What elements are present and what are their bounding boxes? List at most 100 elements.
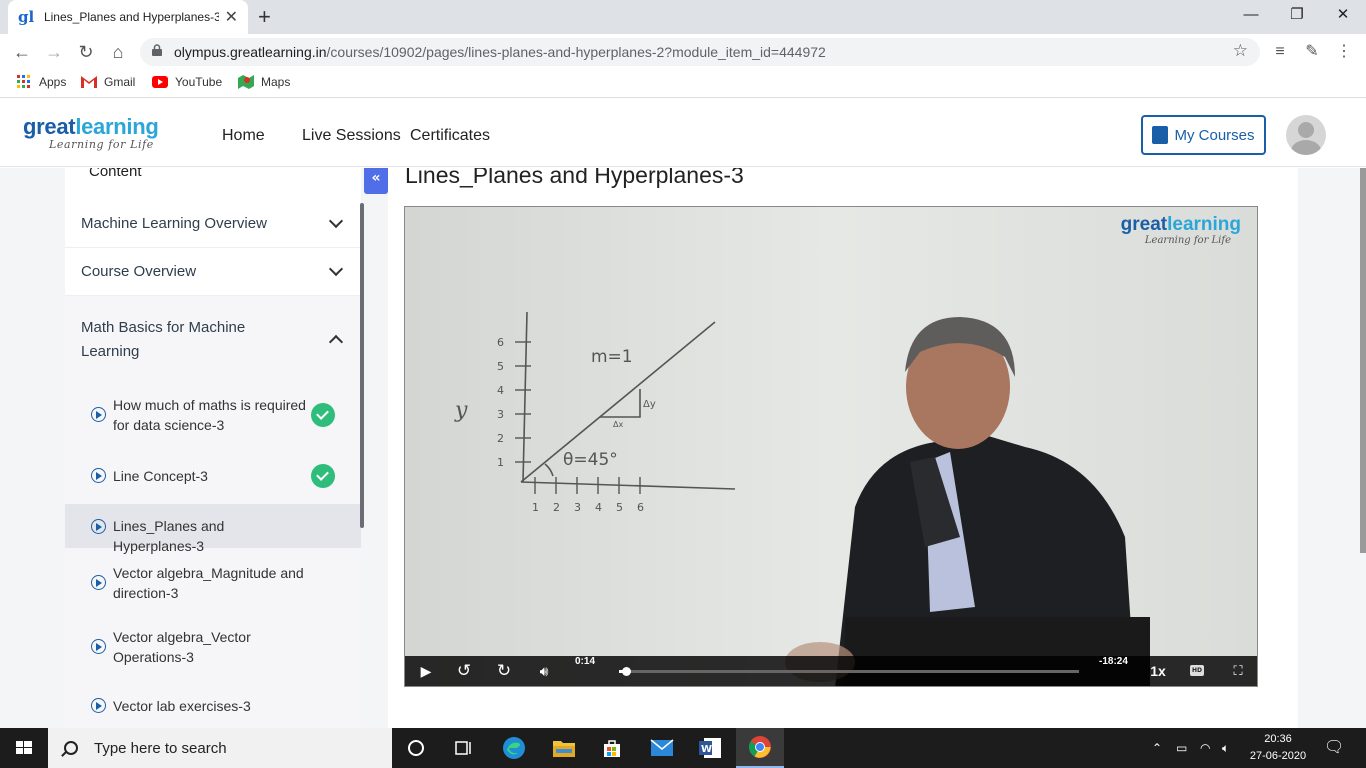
clock-date: 27-06-2020 — [1249, 750, 1307, 762]
x-tick-label: 2 — [553, 501, 560, 514]
lesson-item[interactable]: How much of maths is required for data s… — [65, 390, 361, 440]
play-circle-icon — [91, 698, 106, 713]
profile-extension-icon[interactable]: ✎ — [1300, 40, 1324, 64]
svg-text:W: W — [701, 744, 712, 755]
x-tick-label: 4 — [595, 501, 602, 514]
lesson-item[interactable]: Line Concept-3 — [65, 456, 361, 496]
task-view-icon[interactable] — [440, 728, 488, 768]
nav-certificates[interactable]: Certificates — [410, 127, 490, 145]
y-tick-label: 1 — [497, 456, 504, 469]
minimize-window-icon[interactable]: — — [1228, 0, 1274, 30]
forward-arrow-icon[interactable]: → — [42, 40, 66, 64]
new-tab-icon[interactable]: + — [258, 4, 271, 30]
taskbar-clock[interactable]: 20:36 27-06-2020 — [1248, 731, 1308, 765]
address-bar[interactable]: olympus.greatlearning.in/courses/10902/p… — [140, 38, 1260, 66]
play-circle-icon — [91, 575, 106, 590]
remaining-time: -18:24 — [1099, 656, 1128, 667]
reload-icon[interactable]: ↻ — [74, 40, 98, 64]
page-scrollbar[interactable] — [1360, 168, 1366, 553]
cortana-icon[interactable] — [392, 728, 440, 768]
whiteboard-slope: m=1 — [591, 347, 633, 367]
lesson-item[interactable]: Vector algebra_Magnitude and direction-3 — [65, 558, 361, 608]
book-icon — [1152, 126, 1169, 144]
watermark-accent: learning — [1167, 214, 1241, 235]
lesson-main: Lines_Planes and Hyperplanes-3 1234 5 6 … — [388, 168, 1298, 728]
chevron-up-icon — [328, 334, 344, 350]
bookmark-label: Gmail — [104, 75, 136, 89]
clock-time: 20:36 — [1264, 733, 1292, 745]
bookmark-gmail[interactable]: Gmail — [81, 75, 135, 89]
user-avatar[interactable] — [1286, 115, 1326, 155]
bookmark-label: YouTube — [175, 75, 223, 89]
chrome-icon[interactable] — [736, 728, 784, 768]
course-sidebar: Content Machine Learning Overview Course… — [65, 168, 361, 728]
video-player[interactable]: 123456 123456 y m=1 θ=45° Δy Δx greatlea… — [404, 206, 1258, 687]
file-explorer-icon[interactable] — [540, 728, 588, 768]
lesson-item[interactable]: Vector lab exercises-3 — [65, 686, 361, 726]
taskbar-search[interactable]: Type here to search — [48, 728, 392, 768]
menu-kebab-icon[interactable]: ⋮ — [1332, 40, 1356, 64]
hd-quality-icon[interactable]: HD — [1190, 665, 1204, 676]
y-tick-label: 5 — [497, 360, 504, 373]
bookmark-star-icon[interactable]: ☆ — [1233, 41, 1248, 61]
bookmark-maps[interactable]: Maps — [238, 75, 290, 89]
module-title: Math Basics for Machine Learning — [81, 319, 246, 360]
play-circle-icon — [91, 468, 106, 483]
y-tick-label: 4 — [497, 384, 504, 397]
my-courses-button[interactable]: My Courses — [1141, 115, 1266, 155]
seek-handle[interactable] — [622, 667, 632, 676]
greatlearning-logo[interactable]: greatlearning Learning for Life — [23, 114, 159, 152]
chevron-down-icon — [328, 213, 344, 229]
site-header: greatlearning Learning for Life Home Liv… — [0, 99, 1366, 167]
wifi-icon[interactable]: ◠ — [1200, 728, 1210, 768]
media-queue-icon[interactable]: ≡ — [1268, 40, 1292, 64]
my-courses-label: My Courses — [1174, 126, 1255, 144]
tab-title: Lines_Planes and Hyperplanes-3 — [43, 10, 219, 24]
y-tick-label: 3 — [497, 408, 504, 421]
tray-chevron-up-icon[interactable]: ⌃ — [1152, 728, 1162, 768]
url-domain: olympus.greatlearning.in — [174, 44, 327, 60]
volume-icon[interactable]: 🔊︎ — [533, 656, 555, 686]
browser-tab[interactable]: gl Lines_Planes and Hyperplanes-3 ✕ — [8, 0, 248, 34]
back-arrow-icon[interactable]: ← — [10, 40, 34, 64]
nav-live-sessions[interactable]: Live Sessions — [302, 127, 401, 145]
playback-speed-button[interactable]: 1x — [1147, 656, 1169, 686]
home-icon[interactable]: ⌂ — [106, 40, 130, 64]
browser-tab-strip: gl Lines_Planes and Hyperplanes-3 ✕ + — … — [0, 0, 1366, 34]
completed-check-icon — [311, 464, 335, 488]
fullscreen-icon[interactable]: ⛶ — [1227, 656, 1249, 686]
logo-main: great — [23, 114, 76, 139]
collapse-sidebar-button[interactable]: « — [364, 168, 388, 194]
lesson-item-active[interactable]: Lines_Planes and Hyperplanes-3 — [65, 504, 361, 554]
mail-icon[interactable] — [638, 728, 686, 768]
rewind-icon[interactable]: ↺ — [453, 656, 475, 686]
close-tab-icon[interactable]: ✕ — [225, 7, 238, 27]
windows-start-icon[interactable] — [0, 728, 48, 768]
module-course-overview[interactable]: Course Overview — [65, 248, 361, 296]
logo-accent: learning — [75, 114, 159, 139]
module-machine-learning-overview[interactable]: Machine Learning Overview — [65, 200, 361, 248]
restore-window-icon[interactable]: ❐ — [1274, 0, 1320, 30]
volume-muted-icon[interactable]: 🔈︎ — [1222, 728, 1229, 768]
notifications-icon[interactable]: 🗨︎ — [1324, 728, 1344, 768]
forward-icon[interactable]: ↻ — [493, 656, 515, 686]
word-icon[interactable]: W — [686, 728, 734, 768]
url-text: olympus.greatlearning.in/courses/10902/p… — [174, 44, 826, 60]
completed-check-icon — [311, 403, 335, 427]
battery-icon[interactable]: ▭ — [1176, 728, 1187, 768]
bookmark-label: Apps — [39, 75, 67, 89]
lesson-item[interactable]: Vector algebra_Vector Operations-3 — [65, 622, 361, 672]
bookmark-apps[interactable]: Apps — [16, 75, 66, 89]
play-icon[interactable]: ▶ — [415, 656, 437, 686]
sidebar-scrollbar[interactable] — [360, 203, 364, 528]
bookmark-youtube[interactable]: YouTube — [152, 75, 222, 89]
chevron-down-icon — [328, 261, 344, 277]
play-circle-icon — [91, 639, 106, 654]
edge-browser-icon[interactable] — [490, 728, 538, 768]
youtube-icon — [152, 76, 168, 88]
module-header-math-basics[interactable]: Math Basics for Machine Learning — [65, 296, 361, 376]
store-icon[interactable] — [588, 728, 636, 768]
close-window-icon[interactable]: ✕ — [1320, 0, 1366, 30]
seek-bar[interactable] — [619, 667, 1079, 676]
nav-home[interactable]: Home — [222, 127, 265, 145]
